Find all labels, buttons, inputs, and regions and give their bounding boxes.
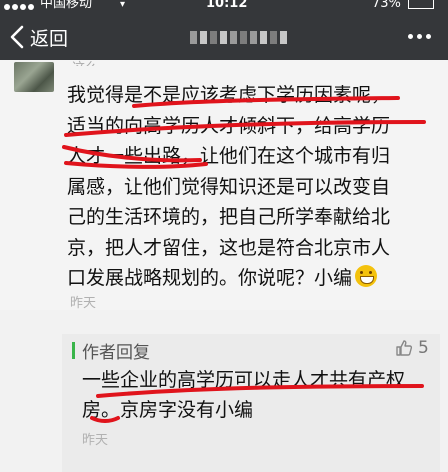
comment-item: 这么 我觉得是不是应该考虑下学历因素呢， 适当的向高学历人才倾斜下，给高学历 人… (0, 57, 448, 311)
reply-author-label: 作者回复 (82, 343, 150, 363)
comment-text: 我觉得是不是应该考虑下学历因素呢， 适当的向高学历人才倾斜下，给高学历 人才一些… (67, 80, 417, 294)
comment-line: 京，把人才留住，这也是符合北京市人 (67, 236, 391, 259)
reply-line: 一些企业的高学历可以走人才共有产权 (82, 369, 406, 391)
battery-percent: 73% (372, 0, 401, 11)
comment-line: 口发展战略规划的。你说呢？小编 (67, 267, 353, 289)
comment-username[interactable]: 这么 (72, 57, 98, 66)
chevron-left-icon (10, 25, 24, 49)
page-title-blurred (190, 31, 287, 44)
comment-line: 人才一些出路，让他们在这个城市有归 (67, 145, 391, 167)
reply-marker (72, 342, 75, 359)
status-time: 10:12 (206, 0, 248, 11)
author-reply: 作者回复 5 一些企业的高学历可以走人才共有产权 房。京房字没有小编 昨天 (62, 334, 440, 472)
grinning-face-icon (355, 265, 378, 287)
comment-time: 昨天 (70, 296, 97, 311)
comment-line: 适当的向高学历人才倾斜下，给高学历 (67, 114, 391, 137)
signal-dots-icon (4, 2, 36, 12)
comment-line: 己的生活环境的，把自己所学奉献给北 (67, 206, 391, 228)
back-button[interactable]: 返回 (10, 22, 68, 52)
like-count: 5 (418, 338, 429, 358)
carrier-name: 中国移动 (40, 0, 93, 11)
nav-bar: 返回 (0, 14, 448, 60)
more-options-button[interactable] (408, 34, 431, 39)
status-bar: 中国移动 ▾ 10:12 73% (0, 0, 448, 14)
comment-line-last: 口发展战略规划的。你说呢？小编 (67, 263, 417, 294)
wifi-icon: ▾ (120, 0, 126, 10)
thumbs-up-icon (396, 340, 413, 356)
reply-time: 昨天 (82, 433, 109, 448)
reply-line: 房。京房字没有小编 (82, 399, 254, 421)
reply-text: 一些企业的高学历可以走人才共有产权 房。京房字没有小编 (82, 365, 432, 425)
avatar[interactable] (14, 62, 54, 92)
comment-line: 属感，让他们觉得知识还是可以改变自 (67, 175, 391, 198)
like-button[interactable]: 5 (395, 338, 429, 358)
battery-icon (408, 0, 434, 9)
back-label: 返回 (30, 27, 69, 50)
comment-line: 我觉得是不是应该考虑下学历因素呢， (67, 84, 391, 106)
